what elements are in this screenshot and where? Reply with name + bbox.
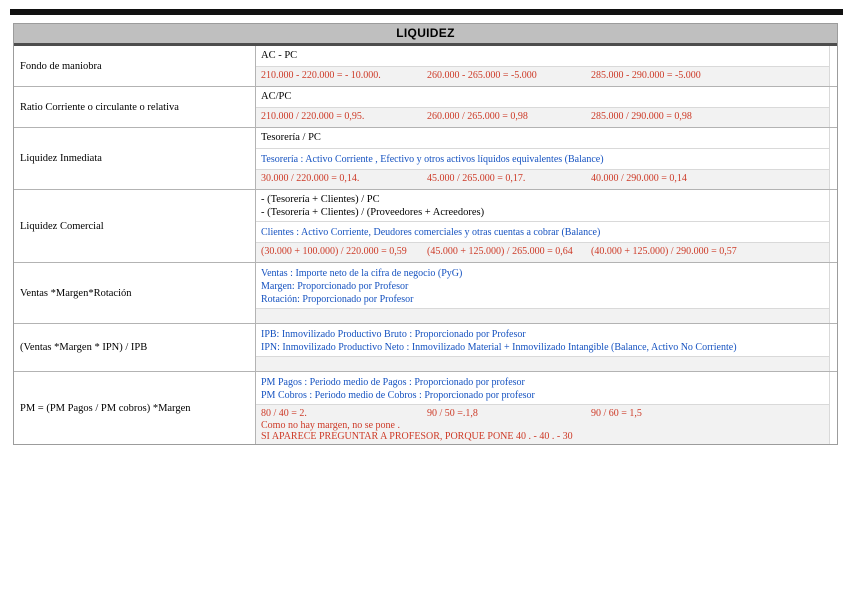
result-columns: 30.000 / 220.000 = 0,14. 45.000 / 265.000… [261, 173, 824, 185]
row-spacer [829, 46, 837, 86]
row-spacer [829, 324, 837, 371]
result-columns: 210.000 / 220.000 = 0,95. 260.000 / 265.0… [261, 111, 824, 123]
result-value: 45.000 / 265.000 = 0,17. [427, 173, 526, 184]
result3-subrow: 210.000 - 220.000 = - 10.000. 260.000 - 2… [256, 67, 829, 86]
result-value: (45.000 + 125.000) / 265.000 = 0,64 [427, 246, 573, 257]
row-label: Liquidez Inmediata [14, 128, 256, 189]
row-label: PM = (PM Pagos / PM cobros) *Margen [14, 372, 256, 444]
formula-text: AC/PC [261, 91, 292, 102]
table-row: Fondo de maniobra AC - PC 210.000 - 220.00… [14, 46, 837, 87]
result-value: 260.000 / 265.000 = 0,98 [427, 111, 528, 122]
result-value: 260.000 - 265.000 = -5.000 [427, 70, 537, 81]
result-columns: (30.000 + 100.000) / 220.000 = 0,59 (45.0… [261, 246, 824, 258]
top-divider-bar [10, 9, 843, 15]
result-value: 80 / 40 = 2. [261, 408, 307, 419]
result3-subrow: 210.000 / 220.000 = 0,95. 260.000 / 265.0… [256, 108, 829, 127]
note-subrow: PM Pagos : Periodo medio de Pagos : Prop… [256, 372, 829, 405]
result3-subrow: (30.000 + 100.000) / 220.000 = 0,59 (45.0… [256, 243, 829, 262]
note-subrow: Clientes : Activo Corriente, Deudores co… [256, 222, 829, 243]
row-label: (Ventas *Margen * IPN) / IPB [14, 324, 256, 371]
row-label: Fondo de maniobra [14, 46, 256, 86]
row-spacer [829, 372, 837, 444]
note-subrow: Tesorería : Activo Corriente , Efectivo … [256, 149, 829, 170]
empty-subrow [256, 309, 829, 323]
note-text: Tesorería : Activo Corriente , Efectivo … [261, 154, 604, 165]
row-content: Tesorería / PC Tesorería : Activo Corrien… [256, 128, 829, 189]
note-text: IPB: Inmovilizado Productivo Bruto : Pro… [261, 329, 526, 340]
row-label: Liquidez Comercial [14, 190, 256, 262]
result-value: (40.000 + 125.000) / 290.000 = 0,57 [591, 246, 737, 257]
table-row: Ratio Corriente o circulante o relativa A… [14, 87, 837, 128]
liquidity-table: LIQUIDEZ Fondo de maniobra AC - PC 210.000… [13, 23, 838, 445]
result-value: 90 / 60 = 1,5 [591, 408, 642, 419]
note-subrow: IPB: Inmovilizado Productivo Bruto : Pro… [256, 324, 829, 357]
result3-subrow: 30.000 / 220.000 = 0,14. 45.000 / 265.000… [256, 170, 829, 189]
note-subrow: Ventas : Importe neto de la cifra de neg… [256, 263, 829, 309]
note-text: Clientes : Activo Corriente, Deudores co… [261, 227, 601, 238]
formula-text: - (Tesorería + Clientes) / PC [261, 194, 380, 205]
result-columns: 210.000 - 220.000 = - 10.000. 260.000 - 2… [261, 70, 824, 82]
note-text: Rotación: Proporcionado por Profesor [261, 294, 414, 305]
note-text: Margen: Proporcionado por Profesor [261, 281, 409, 292]
table-row: Liquidez Inmediata Tesorería / PC Tesorerí… [14, 128, 837, 190]
result-columns: 80 / 40 = 2. 90 / 50 =.1,8 90 / 60 = 1,5 [261, 408, 824, 420]
formula-text: Tesorería / PC [261, 132, 321, 143]
note-text: IPN: Inmovilizado Productivo Neto : Inmo… [261, 342, 737, 353]
result-block-subrow: 80 / 40 = 2. 90 / 50 =.1,8 90 / 60 = 1,5 Co… [256, 405, 829, 444]
row-spacer [829, 190, 837, 262]
formula-subrow: AC - PC [256, 46, 829, 67]
table-row: Ventas *Margen*Rotación Ventas : Importe … [14, 263, 837, 324]
result-value: (30.000 + 100.000) / 220.000 = 0,59 [261, 246, 407, 257]
table-row: (Ventas *Margen * IPN) / IPB IPB: Inmovil… [14, 324, 837, 372]
row-content: - (Tesorería + Clientes) / PC - (Tesorerí… [256, 190, 829, 262]
formula-subrow: Tesorería / PC [256, 128, 829, 149]
result-value: 40.000 / 290.000 = 0,14 [591, 173, 687, 184]
note-text: PM Cobros : Periodo medio de Cobros : Pr… [261, 390, 535, 401]
result-value: 30.000 / 220.000 = 0,14. [261, 173, 360, 184]
row-spacer [829, 128, 837, 189]
empty-subrow [256, 357, 829, 371]
result-comment: SI APARECE PREGUNTAR A PROFESOR, PORQUE … [261, 431, 573, 442]
result-value: 210.000 / 220.000 = 0,95. [261, 111, 365, 122]
row-content: IPB: Inmovilizado Productivo Bruto : Pro… [256, 324, 829, 371]
formula-subrow: - (Tesorería + Clientes) / PC - (Tesorerí… [256, 190, 829, 222]
row-spacer [829, 263, 837, 323]
row-content: PM Pagos : Periodo medio de Pagos : Prop… [256, 372, 829, 444]
formula-subrow: AC/PC [256, 87, 829, 108]
result-value: 210.000 - 220.000 = - 10.000. [261, 70, 381, 81]
note-text: Ventas : Importe neto de la cifra de neg… [261, 268, 463, 279]
row-content: Ventas : Importe neto de la cifra de neg… [256, 263, 829, 323]
formula-text: - (Tesorería + Clientes) / (Proveedores … [261, 207, 485, 218]
row-label: Ratio Corriente o circulante o relativa [14, 87, 256, 127]
row-content: AC/PC 210.000 / 220.000 = 0,95. 260.000 / … [256, 87, 829, 127]
table-body: Fondo de maniobra AC - PC 210.000 - 220.00… [14, 46, 837, 444]
note-text: PM Pagos : Periodo medio de Pagos : Prop… [261, 377, 525, 388]
table-header: LIQUIDEZ [14, 24, 837, 46]
formula-text: AC - PC [261, 50, 298, 61]
row-spacer [829, 87, 837, 127]
result-value: 285.000 / 290.000 = 0,98 [591, 111, 692, 122]
result-comment: Como no hay margen, no se pone . [261, 420, 400, 431]
table-row: Liquidez Comercial - (Tesorería + Cliente… [14, 190, 837, 263]
result-value: 285.000 - 290.000 = -5.000 [591, 70, 701, 81]
row-content: AC - PC 210.000 - 220.000 = - 10.000. 260.… [256, 46, 829, 86]
result-value: 90 / 50 =.1,8 [427, 408, 478, 419]
table-row: PM = (PM Pagos / PM cobros) *Margen PM Pa… [14, 372, 837, 444]
row-label: Ventas *Margen*Rotación [14, 263, 256, 323]
